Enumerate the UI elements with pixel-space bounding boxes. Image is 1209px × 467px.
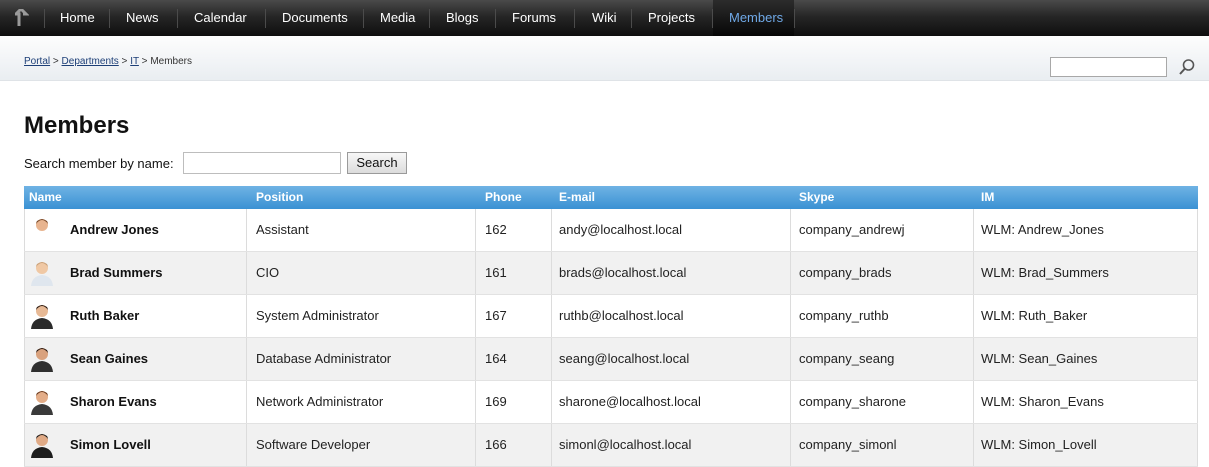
nav-forums[interactable]: Forums <box>512 0 556 36</box>
avatar[interactable] <box>30 389 54 415</box>
member-name[interactable]: Andrew Jones <box>70 209 159 251</box>
table-row: Ruth Baker System Administrator 167 ruth… <box>24 295 1198 338</box>
member-im: WLM: Simon_Lovell <box>981 437 1097 452</box>
nav-separator <box>109 9 110 28</box>
member-name[interactable]: Sharon Evans <box>70 381 157 423</box>
column-header-name[interactable]: Name <box>29 186 62 209</box>
breadcrumb-separator: > <box>138 56 151 67</box>
member-name[interactable]: Brad Summers <box>70 252 162 294</box>
site-search-input[interactable] <box>1050 57 1167 77</box>
member-position: Software Developer <box>256 437 371 452</box>
nav-blogs[interactable]: Blogs <box>446 0 479 36</box>
member-phone: 162 <box>485 222 507 237</box>
member-position: Assistant <box>256 222 309 237</box>
member-skype: company_simonl <box>799 437 897 452</box>
table-body: Andrew Jones Assistant 162 andy@localhos… <box>24 209 1198 467</box>
member-im: WLM: Sharon_Evans <box>981 394 1104 409</box>
nav-home[interactable]: Home <box>60 0 95 36</box>
breadcrumb: Portal > Departments > IT > Members <box>24 56 192 67</box>
nav-separator <box>631 9 632 28</box>
member-name[interactable]: Ruth Baker <box>70 295 139 337</box>
member-position: Network Administrator <box>256 394 384 409</box>
member-skype: company_sharone <box>799 394 906 409</box>
member-skype: company_seang <box>799 351 895 366</box>
nav-separator <box>429 9 430 28</box>
members-table: Name Position Phone E-mail Skype IM Andr… <box>24 186 1198 467</box>
member-phone: 164 <box>485 351 507 366</box>
avatar[interactable] <box>30 260 54 286</box>
member-im: WLM: Ruth_Baker <box>981 308 1088 323</box>
table-row: Simon Lovell Software Developer 166 simo… <box>24 424 1198 467</box>
nav-separator <box>44 9 45 28</box>
breadcrumb-separator: > <box>118 56 131 67</box>
member-position: System Administrator <box>256 308 379 323</box>
nav-projects[interactable]: Projects <box>648 0 695 36</box>
column-header-skype[interactable]: Skype <box>799 186 834 209</box>
nav-media[interactable]: Media <box>380 0 415 36</box>
member-skype: company_ruthb <box>799 308 889 323</box>
nav-members[interactable]: Members <box>729 0 783 36</box>
member-email[interactable]: ruthb@localhost.local <box>559 295 683 337</box>
member-position: Database Administrator <box>256 351 392 366</box>
nav-separator <box>495 9 496 28</box>
column-header-phone[interactable]: Phone <box>485 186 522 209</box>
nav-news[interactable]: News <box>126 0 159 36</box>
table-row: Sharon Evans Network Administrator 169 s… <box>24 381 1198 424</box>
member-phone: 169 <box>485 394 507 409</box>
nav-separator <box>363 9 364 28</box>
nav-wiki[interactable]: Wiki <box>592 0 617 36</box>
avatar[interactable] <box>30 217 54 243</box>
member-email[interactable]: andy@localhost.local <box>559 209 682 251</box>
avatar[interactable] <box>30 432 54 458</box>
member-email[interactable]: simonl@localhost.local <box>559 424 691 466</box>
nav-separator <box>712 9 713 28</box>
table-row: Sean Gaines Database Administrator 164 s… <box>24 338 1198 381</box>
search-icon[interactable] <box>1178 58 1196 76</box>
nav-separator <box>574 9 575 28</box>
table-row: Brad Summers CIO 161 brads@localhost.loc… <box>24 252 1198 295</box>
nav-calendar[interactable]: Calendar <box>194 0 247 36</box>
breadcrumb-current: Members <box>150 56 192 67</box>
table-header: Name Position Phone E-mail Skype IM <box>24 186 1198 209</box>
breadcrumb-portal[interactable]: Portal <box>24 56 50 67</box>
member-im: WLM: Andrew_Jones <box>981 222 1104 237</box>
column-header-im[interactable]: IM <box>981 186 994 209</box>
breadcrumb-departments[interactable]: Departments <box>62 56 119 67</box>
member-email[interactable]: brads@localhost.local <box>559 252 686 294</box>
nav-separator <box>177 9 178 28</box>
member-email[interactable]: sharone@localhost.local <box>559 381 701 423</box>
member-search-input[interactable] <box>183 152 341 174</box>
member-phone: 167 <box>485 308 507 323</box>
member-position: CIO <box>256 265 280 280</box>
nav-separator <box>265 9 266 28</box>
member-search-label: Search member by name: <box>24 156 174 171</box>
member-skype: company_brads <box>799 265 892 280</box>
table-row: Andrew Jones Assistant 162 andy@localhos… <box>24 209 1198 252</box>
member-skype: company_andrewj <box>799 222 905 237</box>
avatar[interactable] <box>30 346 54 372</box>
member-phone: 166 <box>485 437 507 452</box>
member-phone: 161 <box>485 265 507 280</box>
member-name[interactable]: Simon Lovell <box>70 424 151 466</box>
member-email[interactable]: seang@localhost.local <box>559 338 689 380</box>
top-navigation: Home News Calendar Documents Media Blogs… <box>0 0 1209 36</box>
breadcrumb-separator: > <box>50 56 62 67</box>
home-arrow-icon[interactable] <box>12 6 30 27</box>
column-header-email[interactable]: E-mail <box>559 186 595 209</box>
member-im: WLM: Brad_Summers <box>981 265 1109 280</box>
page-title: Members <box>24 112 130 139</box>
breadcrumb-it[interactable]: IT <box>130 56 139 67</box>
column-header-position[interactable]: Position <box>256 186 303 209</box>
avatar[interactable] <box>30 303 54 329</box>
member-search-button[interactable]: Search <box>347 152 407 174</box>
member-name[interactable]: Sean Gaines <box>70 338 148 380</box>
nav-separator <box>794 9 795 28</box>
member-im: WLM: Sean_Gaines <box>981 351 1098 366</box>
nav-documents[interactable]: Documents <box>282 0 348 36</box>
